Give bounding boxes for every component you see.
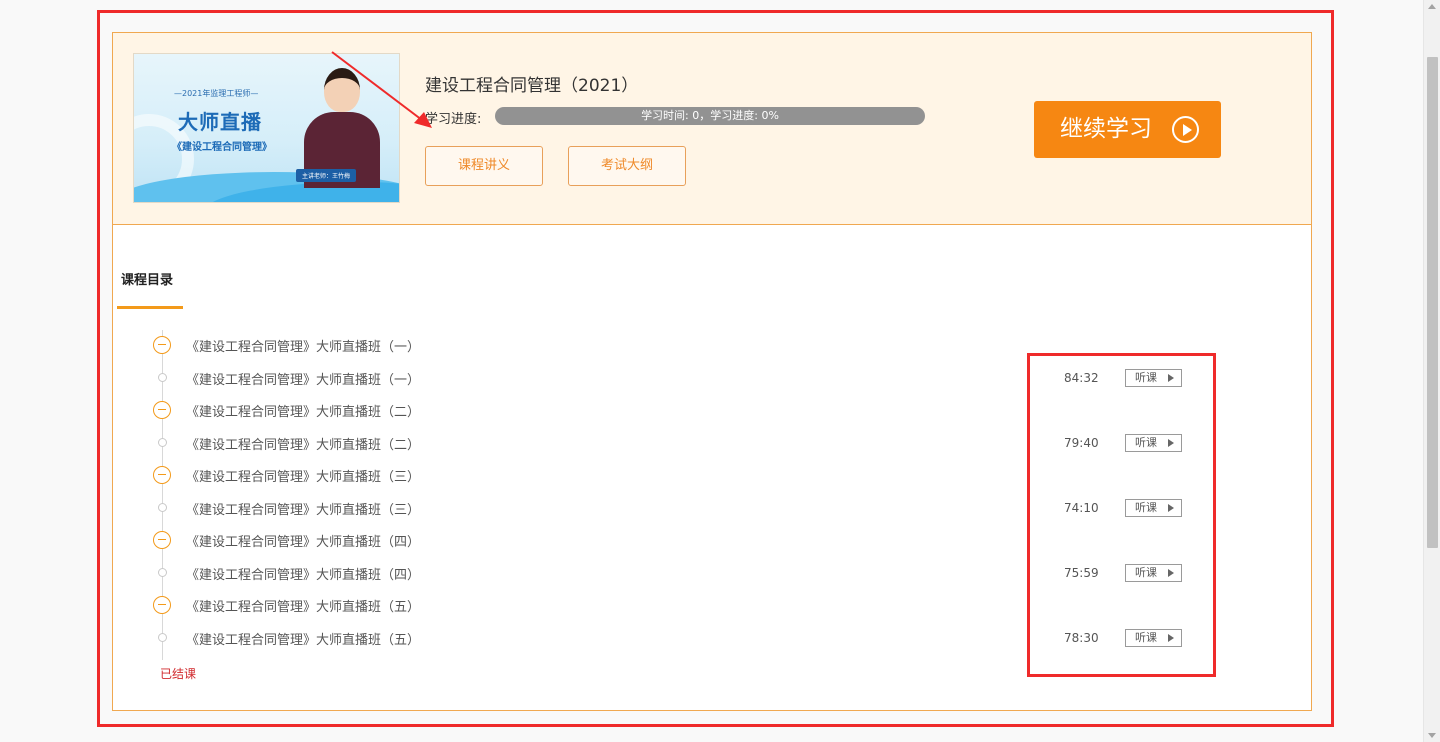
course-ended-status: 已结课 [160, 667, 197, 681]
thumbnail-top-line: —2021年监理工程师— [174, 89, 259, 98]
thumbnail-headline: 大师直播 [178, 110, 262, 134]
chapter-label: 《建设工程合同管理》大师直播班（三） [186, 470, 421, 485]
lesson-dot-icon [158, 373, 167, 382]
thumbnail-subtitle: 《建设工程合同管理》 [172, 142, 272, 153]
chapter-label: 《建设工程合同管理》大师直播班（一） [186, 340, 421, 355]
continue-learning-label: 继续学习 [1060, 116, 1152, 142]
chapter-label: 《建设工程合同管理》大师直播班（二） [186, 405, 421, 420]
course-header: —2021年监理工程师— 大师直播 《建设工程合同管理》 主讲老师：王竹梅 建设… [113, 33, 1311, 225]
lesson-dot-icon [158, 503, 167, 512]
chapter-collapse-icon[interactable] [153, 401, 171, 419]
scroll-up-icon[interactable] [1428, 4, 1436, 9]
lesson-dot-icon [158, 568, 167, 577]
chapter-label: 《建设工程合同管理》大师直播班（四） [186, 535, 421, 550]
chapter-collapse-icon[interactable] [153, 596, 171, 614]
continue-learning-button[interactable]: 继续学习 [1034, 101, 1221, 158]
chapter-collapse-icon[interactable] [153, 466, 171, 484]
course-notes-button[interactable]: 课程讲义 [425, 146, 543, 186]
catalog-tab-underline [117, 306, 183, 309]
course-title: 建设工程合同管理（2021） [425, 76, 639, 96]
scrollbar-thumb[interactable] [1427, 57, 1438, 548]
progress-text: 学习时间: 0，学习进度: 0% [641, 109, 779, 122]
lesson-label: 《建设工程合同管理》大师直播班（四） [186, 568, 421, 583]
chapter-collapse-icon[interactable] [153, 531, 171, 549]
lesson-label: 《建设工程合同管理》大师直播班（一） [186, 373, 421, 388]
lesson-dot-icon [158, 633, 167, 642]
chapter-label: 《建设工程合同管理》大师直播班（五） [186, 600, 421, 615]
thumbnail-teacher-tag: 主讲老师：王竹梅 [296, 169, 357, 182]
scroll-down-icon[interactable] [1428, 733, 1436, 738]
lesson-label: 《建设工程合同管理》大师直播班（三） [186, 503, 421, 518]
page-scrollbar[interactable] [1423, 0, 1440, 742]
annotation-arrow-icon [331, 51, 432, 128]
lesson-dot-icon [158, 438, 167, 447]
annotation-duration-box [1027, 353, 1216, 677]
chapter-collapse-icon[interactable] [153, 336, 171, 354]
course-card: —2021年监理工程师— 大师直播 《建设工程合同管理》 主讲老师：王竹梅 建设… [112, 32, 1312, 711]
lesson-label: 《建设工程合同管理》大师直播班（五） [186, 633, 421, 648]
exam-syllabus-button[interactable]: 考试大纲 [568, 146, 686, 186]
progress-bar: 学习时间: 0，学习进度: 0% [495, 107, 925, 125]
lesson-label: 《建设工程合同管理》大师直播班（二） [186, 438, 421, 453]
catalog-title[interactable]: 课程目录 [121, 269, 173, 288]
play-circle-icon [1172, 116, 1199, 143]
